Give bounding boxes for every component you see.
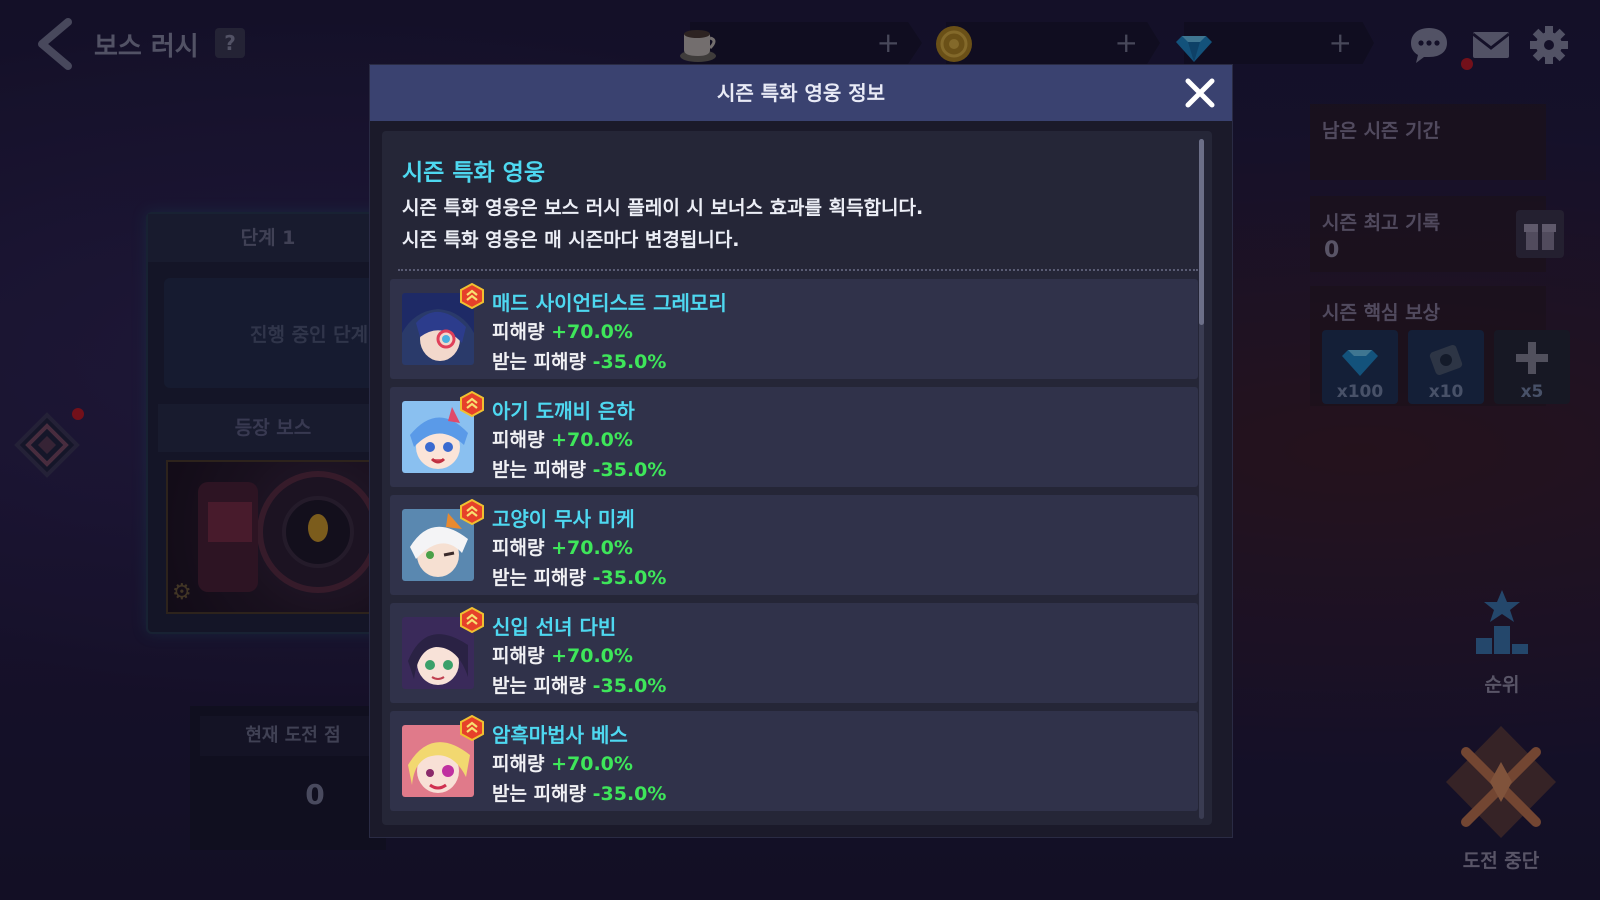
damage-label: 피해량 [492, 645, 545, 667]
taken-stat: 받는 피해량 -35.0% [492, 455, 666, 482]
taken-label: 받는 피해량 [492, 351, 587, 373]
damage-stat: 피해량 +70.0% [492, 641, 633, 668]
damage-label: 피해량 [492, 753, 545, 775]
hero-list: 매드 사이언티스트 그레모리 피해량 +70.0% 받는 피해량 -35.0% [390, 279, 1198, 819]
damage-stat: 피해량 +70.0% [492, 425, 633, 452]
close-icon [1185, 78, 1215, 108]
scrollbar-thumb[interactable] [1199, 139, 1204, 325]
hero-name: 고양이 무사 미케 [492, 507, 635, 531]
modal-body: 시즌 특화 영웅 시즌 특화 영웅은 보스 러시 플레이 시 보너스 효과를 획… [382, 131, 1212, 825]
taken-label: 받는 피해량 [492, 567, 587, 589]
taken-label: 받는 피해량 [492, 675, 587, 697]
divider [398, 269, 1198, 271]
modal-title: 시즌 특화 영웅 정보 [716, 81, 886, 105]
specialty-badge-icon [460, 715, 484, 741]
season-hero-modal: 시즌 특화 영웅 정보 시즌 특화 영웅 시즌 특화 영웅은 보스 러시 플레이… [369, 64, 1233, 838]
intro-line: 시즌 특화 영웅은 매 시즌마다 변경됩니다. [402, 229, 740, 251]
specialty-badge-icon [460, 607, 484, 633]
hero-row[interactable]: 암흑마법사 베스 피해량 +70.0% 받는 피해량 -35.0% [390, 711, 1198, 811]
specialty-badge-icon [460, 283, 484, 309]
hero-name: 암흑마법사 베스 [492, 723, 628, 747]
taken-stat: 받는 피해량 -35.0% [492, 563, 666, 590]
hero-name: 아기 도깨비 은하 [492, 399, 635, 423]
damage-value: +70.0% [551, 429, 633, 451]
close-button[interactable] [1180, 73, 1220, 113]
damage-label: 피해량 [492, 537, 545, 559]
damage-value: +70.0% [551, 753, 633, 775]
intro-title: 시즌 특화 영웅 [402, 160, 545, 186]
damage-stat: 피해량 +70.0% [492, 749, 633, 776]
damage-stat: 피해량 +70.0% [492, 317, 633, 344]
taken-label: 받는 피해량 [492, 783, 587, 805]
taken-value: -35.0% [592, 567, 667, 589]
damage-value: +70.0% [551, 321, 633, 343]
hero-row[interactable]: 신입 선녀 다빈 피해량 +70.0% 받는 피해량 -35.0% [390, 603, 1198, 703]
taken-value: -35.0% [592, 459, 667, 481]
hero-row[interactable]: 아기 도깨비 은하 피해량 +70.0% 받는 피해량 -35.0% [390, 387, 1198, 487]
taken-value: -35.0% [592, 675, 667, 697]
hero-row[interactable]: 고양이 무사 미케 피해량 +70.0% 받는 피해량 -35.0% [390, 495, 1198, 595]
hero-name: 신입 선녀 다빈 [492, 615, 617, 639]
taken-stat: 받는 피해량 -35.0% [492, 671, 666, 698]
intro-line: 시즌 특화 영웅은 보스 러시 플레이 시 보너스 효과를 획득합니다. [402, 197, 924, 219]
taken-stat: 받는 피해량 -35.0% [492, 779, 666, 806]
damage-label: 피해량 [492, 429, 545, 451]
specialty-badge-icon [460, 499, 484, 525]
damage-value: +70.0% [551, 645, 633, 667]
specialty-badge-icon [460, 391, 484, 417]
taken-label: 받는 피해량 [492, 459, 587, 481]
modal-header: 시즌 특화 영웅 정보 [370, 65, 1232, 121]
taken-value: -35.0% [592, 783, 667, 805]
taken-stat: 받는 피해량 -35.0% [492, 347, 666, 374]
hero-row[interactable]: 매드 사이언티스트 그레모리 피해량 +70.0% 받는 피해량 -35.0% [390, 279, 1198, 379]
damage-label: 피해량 [492, 321, 545, 343]
taken-value: -35.0% [592, 351, 667, 373]
hero-name: 매드 사이언티스트 그레모리 [492, 291, 727, 315]
damage-value: +70.0% [551, 537, 633, 559]
damage-stat: 피해량 +70.0% [492, 533, 633, 560]
